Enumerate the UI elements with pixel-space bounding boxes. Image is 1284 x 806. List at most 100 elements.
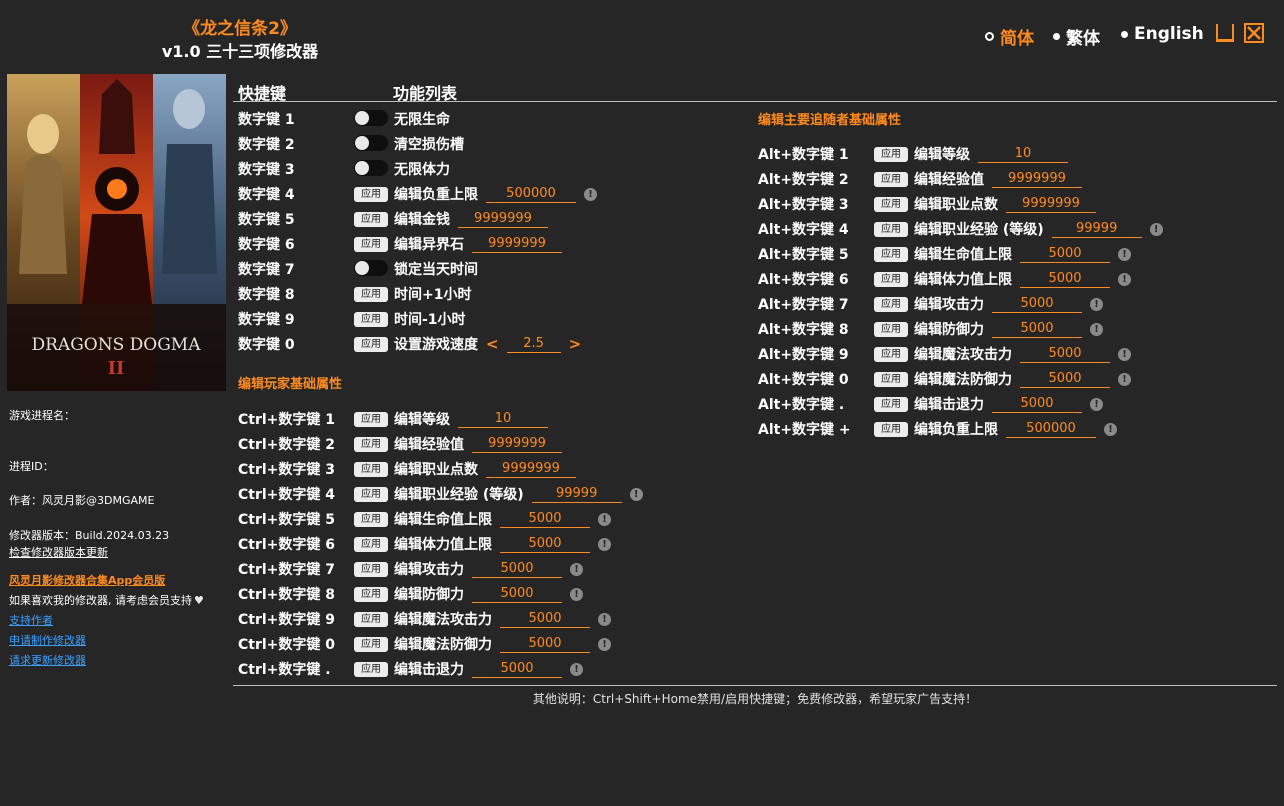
info-icon[interactable]: !: [570, 562, 583, 576]
info-icon[interactable]: !: [1090, 322, 1103, 336]
feature-label-group: 编辑金钱 9999999: [394, 209, 548, 229]
value-field[interactable]: 5000: [472, 660, 562, 678]
value-field[interactable]: 9999999: [486, 460, 576, 478]
apply-button[interactable]: 应用: [874, 172, 908, 187]
apply-button[interactable]: 应用: [354, 637, 388, 652]
apply-button[interactable]: 应用: [874, 272, 908, 287]
lang-english[interactable]: English: [1121, 24, 1204, 44]
info-icon[interactable]: !: [629, 487, 643, 501]
speed-increase-button[interactable]: >: [569, 335, 582, 353]
check-update-link[interactable]: 检查修改器版本更新: [9, 544, 108, 560]
hotkey-label: 数字键 3: [238, 162, 295, 178]
feature-label: 编辑防御力: [394, 587, 464, 603]
value-field[interactable]: 5000: [472, 585, 562, 603]
value-field[interactable]: 5000: [472, 560, 562, 578]
value-field[interactable]: 5000: [1020, 345, 1110, 363]
info-icon[interactable]: !: [598, 512, 611, 526]
speed-decrease-button[interactable]: <: [486, 335, 499, 353]
value-field[interactable]: 5000: [500, 535, 590, 553]
apply-button[interactable]: 应用: [354, 412, 388, 427]
apply-button[interactable]: 应用: [354, 312, 388, 327]
apply-button[interactable]: 应用: [354, 437, 388, 452]
value-field[interactable]: 5000: [500, 510, 590, 528]
apply-button[interactable]: 应用: [354, 612, 388, 627]
info-icon[interactable]: !: [1118, 247, 1131, 261]
apply-button[interactable]: 应用: [354, 587, 388, 602]
info-icon[interactable]: !: [1118, 372, 1131, 386]
value-field[interactable]: 99999: [531, 485, 622, 503]
toggle-switch[interactable]: [354, 110, 388, 126]
apply-button[interactable]: 应用: [874, 222, 908, 237]
info-icon[interactable]: !: [1118, 347, 1131, 361]
hotkey-label: Alt+数字键 +: [758, 422, 851, 438]
info-icon[interactable]: !: [1090, 297, 1103, 311]
info-icon[interactable]: !: [570, 587, 583, 601]
apply-button[interactable]: 应用: [354, 187, 388, 202]
request-update-link[interactable]: 请求更新修改器: [9, 652, 86, 668]
value-field[interactable]: 9999999: [992, 170, 1082, 188]
value-field[interactable]: 5000: [992, 320, 1082, 338]
apply-button[interactable]: 应用: [874, 197, 908, 212]
apply-button[interactable]: 应用: [354, 537, 388, 552]
value-field[interactable]: 5000: [1020, 370, 1110, 388]
apply-button[interactable]: 应用: [874, 322, 908, 337]
control: 应用: [874, 395, 908, 412]
apply-button[interactable]: 应用: [354, 562, 388, 577]
info-icon[interactable]: !: [570, 662, 583, 676]
lang-simplified[interactable]: 简体: [985, 24, 1034, 49]
value-field[interactable]: 9999999: [458, 210, 548, 228]
feature-label: 编辑魔法防御力: [914, 372, 1012, 388]
value-field[interactable]: 5000: [1020, 245, 1110, 263]
apply-button[interactable]: 应用: [354, 512, 388, 527]
feature-label: 编辑生命值上限: [394, 512, 492, 528]
value-field[interactable]: 9999999: [1006, 195, 1096, 213]
apply-button[interactable]: 应用: [354, 487, 388, 502]
value-field[interactable]: 5000: [1020, 270, 1110, 288]
value-field[interactable]: 500000: [486, 185, 576, 203]
info-icon[interactable]: !: [1149, 222, 1163, 236]
value-field[interactable]: 5000: [992, 395, 1082, 413]
info-icon[interactable]: !: [1118, 272, 1131, 286]
apply-button[interactable]: 应用: [874, 422, 908, 437]
value-field[interactable]: 10: [978, 145, 1068, 163]
value-field[interactable]: 500000: [1006, 420, 1096, 438]
apply-button[interactable]: 应用: [874, 297, 908, 312]
info-icon[interactable]: !: [1090, 397, 1103, 411]
support-author-link[interactable]: 支持作者: [9, 612, 53, 628]
apply-button[interactable]: 应用: [354, 462, 388, 477]
minimize-button[interactable]: [1215, 23, 1235, 43]
toggle-switch[interactable]: [354, 260, 388, 276]
value-field[interactable]: 10: [458, 410, 548, 428]
value-field[interactable]: 9999999: [472, 235, 562, 253]
info-icon[interactable]: !: [598, 612, 611, 626]
close-button[interactable]: [1244, 23, 1264, 43]
hotkey-label: 数字键 5: [238, 212, 295, 228]
control: [354, 160, 388, 180]
app-member-link[interactable]: 风灵月影修改器合集App会员版: [9, 572, 165, 588]
apply-button[interactable]: 应用: [354, 237, 388, 252]
apply-button[interactable]: 应用: [874, 147, 908, 162]
speed-value-field[interactable]: 2.5: [506, 335, 561, 353]
lang-traditional[interactable]: 繁体: [1053, 24, 1100, 49]
info-icon[interactable]: !: [598, 537, 611, 551]
value-field[interactable]: 99999: [1051, 220, 1142, 238]
control: 应用: [354, 660, 388, 677]
apply-button[interactable]: 应用: [874, 372, 908, 387]
apply-button[interactable]: 应用: [874, 397, 908, 412]
value-field[interactable]: 9999999: [472, 435, 562, 453]
apply-button[interactable]: 应用: [874, 247, 908, 262]
info-icon[interactable]: !: [598, 637, 611, 651]
request-trainer-link[interactable]: 申请制作修改器: [9, 632, 86, 648]
value-field[interactable]: 5000: [500, 635, 590, 653]
info-icon[interactable]: !: [584, 187, 597, 201]
toggle-switch[interactable]: [354, 135, 388, 151]
value-field[interactable]: 5000: [992, 295, 1082, 313]
apply-button[interactable]: 应用: [354, 662, 388, 677]
apply-button[interactable]: 应用: [354, 337, 388, 352]
apply-button[interactable]: 应用: [354, 212, 388, 227]
value-field[interactable]: 5000: [500, 610, 590, 628]
toggle-switch[interactable]: [354, 160, 388, 176]
apply-button[interactable]: 应用: [874, 347, 908, 362]
apply-button[interactable]: 应用: [354, 287, 388, 302]
info-icon[interactable]: !: [1104, 422, 1117, 436]
